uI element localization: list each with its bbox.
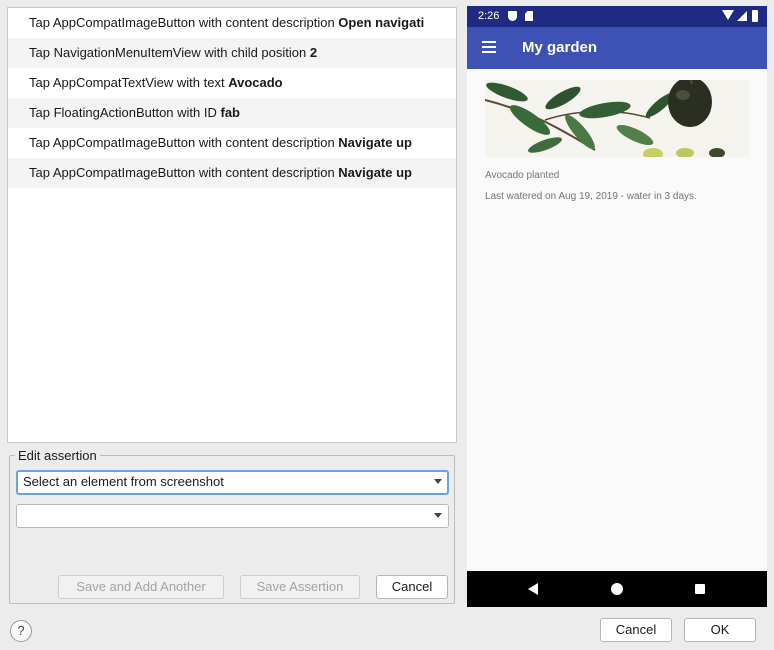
action-row[interactable]: Tap AppCompatImageButton with content de… — [8, 8, 456, 38]
app-title: My garden — [522, 39, 598, 56]
action-row[interactable]: Tap AppCompatImageButton with content de… — [8, 158, 456, 188]
avocado-illustration — [485, 80, 749, 157]
chevron-down-icon — [434, 479, 442, 484]
app-bar: My garden — [467, 27, 767, 69]
edit-assertion-group: Edit assertion Select an element from sc… — [9, 448, 455, 604]
action-text: Tap FloatingActionButton with ID — [29, 105, 221, 120]
action-row[interactable]: Tap NavigationMenuItemView with child po… — [8, 38, 456, 68]
back-triangle-icon[interactable] — [528, 583, 538, 595]
element-select[interactable]: Select an element from screenshot — [16, 470, 449, 495]
element-select-value: Select an element from screenshot — [23, 474, 224, 489]
action-row[interactable]: Tap FloatingActionButton with ID fab — [8, 98, 456, 128]
plant-name: Avocado planted — [485, 170, 560, 181]
action-value: Navigate up — [338, 135, 412, 150]
chevron-down-icon — [434, 513, 442, 518]
action-value: Navigate up — [338, 165, 412, 180]
action-text: Tap AppCompatImageButton with content de… — [29, 135, 339, 150]
status-time: 2:26 — [478, 10, 500, 22]
recents-square-icon[interactable] — [695, 584, 705, 594]
home-circle-icon[interactable] — [611, 583, 623, 595]
android-nav-bar — [467, 571, 767, 607]
action-text: Tap NavigationMenuItemView with child po… — [29, 45, 310, 60]
cancel-assertion-button[interactable]: Cancel — [376, 575, 448, 599]
action-value: 2 — [309, 45, 318, 60]
plant-image[interactable] — [485, 80, 749, 157]
action-text: Tap AppCompatTextView with text — [29, 75, 229, 90]
action-value: Open navigati — [338, 15, 425, 30]
action-value: Avocado — [228, 75, 283, 90]
action-text: Tap AppCompatImageButton with content de… — [29, 165, 339, 180]
save-assertion-button[interactable]: Save Assertion — [240, 575, 360, 599]
battery-icon — [752, 10, 758, 22]
edit-assertion-legend: Edit assertion — [15, 448, 100, 463]
sd-card-icon — [525, 11, 533, 21]
assertion-select[interactable] — [16, 504, 449, 528]
ok-button[interactable]: OK — [684, 618, 756, 642]
action-value: fab — [220, 105, 241, 120]
action-row[interactable]: Tap AppCompatImageButton with content de… — [8, 128, 456, 158]
shield-icon — [508, 11, 517, 21]
hamburger-menu-icon[interactable] — [482, 41, 496, 53]
status-bar: 2:26 — [467, 6, 767, 27]
plant-watering-info: Last watered on Aug 19, 2019 - water in … — [485, 191, 697, 202]
action-row[interactable]: Tap AppCompatTextView with text Avocado — [8, 68, 456, 98]
save-and-add-another-button[interactable]: Save and Add Another — [58, 575, 224, 599]
action-text: Tap AppCompatImageButton with content de… — [29, 15, 339, 30]
wifi-icon — [722, 10, 734, 20]
device-screenshot[interactable]: 2:26 My garden Avocado planted Last wate… — [467, 6, 767, 607]
cancel-button[interactable]: Cancel — [600, 618, 672, 642]
recorded-actions-list: Tap AppCompatImageButton with content de… — [7, 7, 457, 443]
signal-icon — [737, 11, 747, 21]
help-button[interactable]: ? — [10, 620, 32, 642]
